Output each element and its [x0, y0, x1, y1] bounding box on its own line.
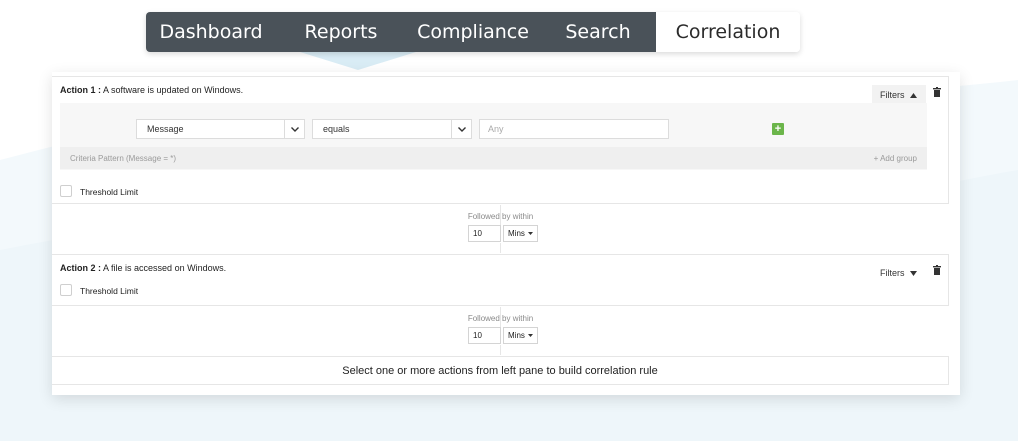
tab-reports[interactable]: Reports: [276, 12, 406, 52]
operator-select[interactable]: equals: [312, 119, 472, 139]
criteria-pattern-row: Criteria Pattern (Message = *) + Add gro…: [60, 147, 927, 169]
filters-label: Filters: [880, 268, 905, 278]
filters-toggle-button[interactable]: Filters: [872, 263, 926, 283]
threshold-label: Threshold Limit: [80, 187, 139, 197]
followed-by-block-1: Followed by within Mins: [52, 205, 949, 253]
action-drop-zone-hint: Select one or more actions from left pan…: [52, 356, 949, 385]
correlation-rule-builder: Action 1 : A software is updated on Wind…: [52, 72, 960, 395]
followed-by-label: Followed by within: [467, 212, 534, 221]
caret-up-icon: [909, 92, 917, 98]
add-group-link[interactable]: + Add group: [874, 154, 917, 163]
tab-correlation[interactable]: Correlation: [656, 12, 800, 52]
filters-toggle-button[interactable]: Filters: [872, 85, 926, 105]
action-title: Action 2 : A file is accessed on Windows…: [60, 263, 226, 273]
tab-compliance[interactable]: Compliance: [406, 12, 540, 52]
plus-icon: +: [774, 122, 782, 135]
threshold-checkbox[interactable]: [60, 284, 72, 296]
field-select[interactable]: Message: [136, 119, 305, 139]
action-block-2: Action 2 : A file is accessed on Windows…: [52, 254, 949, 306]
action-block-1: Action 1 : A software is updated on Wind…: [52, 76, 949, 204]
followed-by-controls: Mins: [468, 225, 538, 243]
criteria-panel: Message equals + Criteria Pattern (Messa…: [60, 103, 927, 170]
caret-down-icon: [527, 334, 533, 337]
trash-icon[interactable]: [933, 87, 941, 97]
threshold-checkbox[interactable]: [60, 185, 72, 197]
time-unit-select[interactable]: Mins: [503, 327, 538, 344]
time-window-input[interactable]: [468, 225, 501, 242]
followed-by-label: Followed by within: [467, 314, 534, 323]
action-description: A software is updated on Windows.: [103, 85, 244, 95]
followed-by-controls: Mins: [468, 327, 538, 345]
trash-icon[interactable]: [933, 265, 941, 275]
action-number: Action 2 :: [60, 263, 102, 273]
action-title: Action 1 : A software is updated on Wind…: [60, 85, 243, 95]
time-window-input[interactable]: [468, 327, 501, 344]
add-criteria-button[interactable]: +: [772, 123, 784, 135]
caret-down-icon: [909, 270, 917, 276]
active-tab-pointer: [300, 52, 416, 70]
chevron-down-icon: [451, 120, 471, 138]
criteria-pattern-label: Criteria Pattern (Message = *): [70, 154, 177, 163]
time-unit-value: Mins: [508, 331, 525, 340]
filters-label: Filters: [880, 90, 905, 100]
tab-search[interactable]: Search: [540, 12, 656, 52]
action-number: Action 1 :: [60, 85, 102, 95]
main-tab-bar: Dashboard Reports Compliance Search Corr…: [146, 12, 800, 52]
tab-dashboard[interactable]: Dashboard: [146, 12, 276, 52]
field-select-value: Message: [147, 124, 184, 134]
time-unit-value: Mins: [508, 229, 525, 238]
chevron-down-icon: [284, 120, 304, 138]
followed-by-block-2: Followed by within Mins: [52, 307, 949, 355]
time-unit-select[interactable]: Mins: [503, 225, 538, 242]
operator-select-value: equals: [323, 124, 350, 134]
threshold-label: Threshold Limit: [80, 286, 139, 296]
criteria-value-input[interactable]: [479, 119, 669, 139]
caret-down-icon: [527, 232, 533, 235]
action-description: A file is accessed on Windows.: [103, 263, 227, 273]
